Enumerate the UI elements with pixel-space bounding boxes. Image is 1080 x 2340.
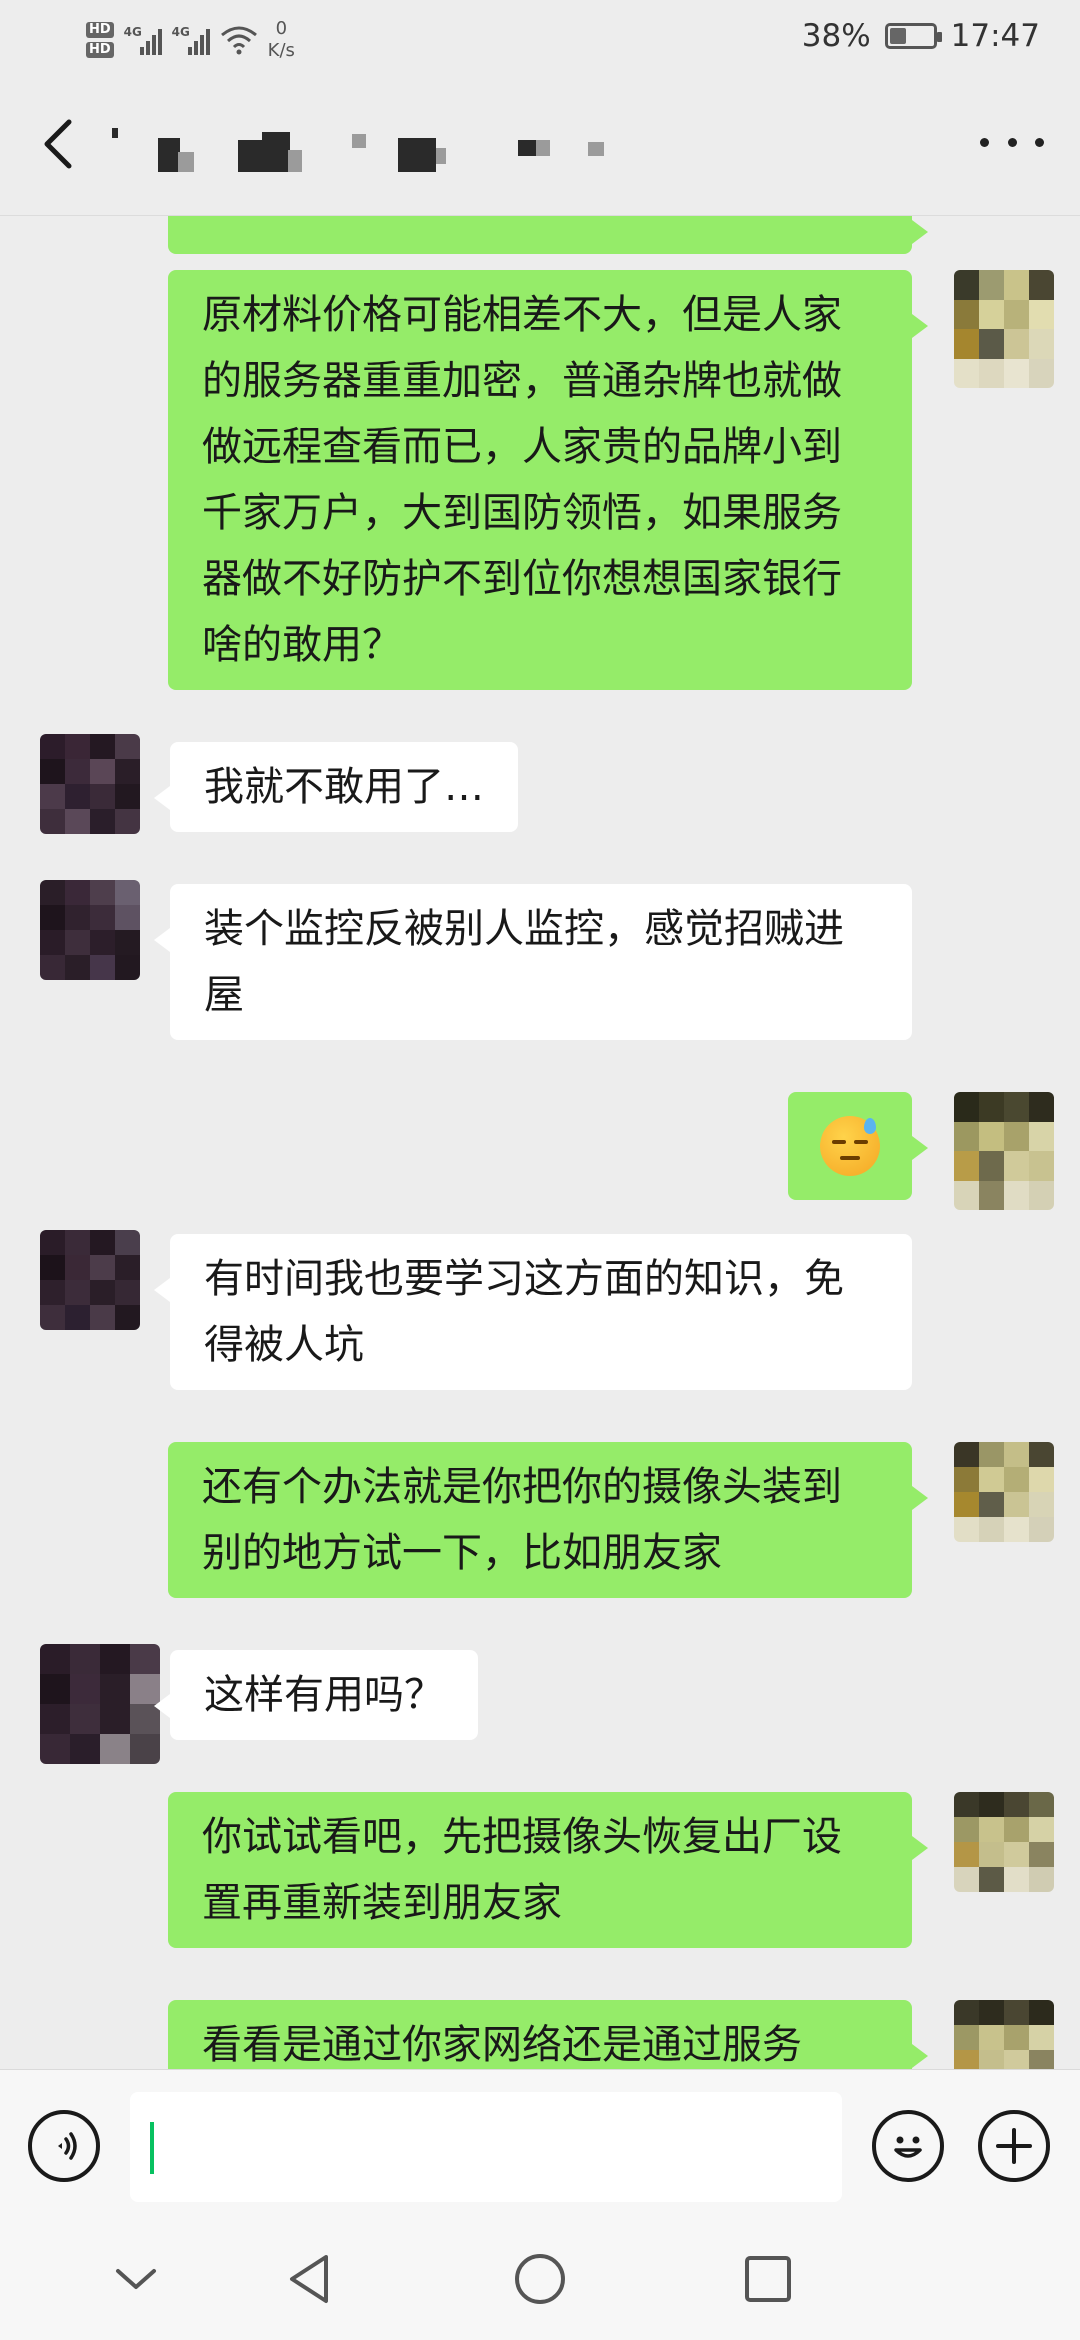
- nav-back-button[interactable]: [280, 2249, 340, 2309]
- voice-button[interactable]: [28, 2110, 100, 2182]
- system-navigation-bar: [0, 2221, 1080, 2340]
- network-type-2: 4G: [171, 25, 190, 39]
- message-bubble[interactable]: 你试试看吧，先把摄像头恢复出厂设置再重新装到朋友家: [168, 1792, 928, 1948]
- chat-header: [0, 78, 1080, 216]
- input-bar: [0, 2069, 1080, 2221]
- my-avatar[interactable]: [954, 1792, 1054, 1892]
- message-bubble[interactable]: 我就不敢用了…: [154, 742, 518, 832]
- nav-home-button[interactable]: [510, 2249, 570, 2309]
- message-bubble[interactable]: 原材料价格可能相差不大，但是人家的服务器重重加密，普通杂牌也就做做远程查看而已，…: [168, 270, 928, 690]
- emoji-button[interactable]: [872, 2110, 944, 2182]
- status-left: HD HD 4G 4G 0 K/s: [86, 12, 295, 68]
- nav-collapse-button[interactable]: [106, 2249, 166, 2309]
- my-avatar[interactable]: [954, 270, 1054, 388]
- hd-indicators: HD HD: [86, 22, 114, 58]
- message-bubble-partial[interactable]: [168, 216, 928, 254]
- chevron-left-icon: [44, 119, 72, 169]
- my-avatar[interactable]: [954, 1092, 1054, 1210]
- signal-2-icon: 4G: [172, 25, 210, 55]
- wifi-icon: [220, 26, 257, 55]
- more-button[interactable]: [980, 122, 1044, 162]
- nav-recents-button[interactable]: [738, 2249, 798, 2309]
- chevron-down-icon: [116, 2269, 156, 2289]
- square-recents-icon: [745, 2256, 791, 2302]
- message-bubble[interactable]: 装个监控反被别人监控，感觉招贼进屋: [154, 884, 912, 1040]
- message-bubble[interactable]: 看看是通过你家网络还是通过服务: [168, 2000, 928, 2069]
- downcast-face-with-sweat-icon: [820, 1116, 880, 1176]
- emoji-message-bubble[interactable]: [788, 1092, 928, 1200]
- back-button[interactable]: [30, 116, 86, 172]
- contact-avatar[interactable]: [40, 1644, 160, 1764]
- chat-title-redacted: [112, 128, 612, 172]
- plus-icon: [996, 2128, 1032, 2164]
- more-functions-button[interactable]: [978, 2110, 1050, 2182]
- speed-value: 0: [275, 18, 288, 39]
- contact-avatar[interactable]: [40, 1230, 140, 1330]
- hd-badge-1: HD: [86, 22, 114, 38]
- battery-fill: [889, 28, 906, 44]
- more-dots-icon: [980, 137, 989, 147]
- message-bubble[interactable]: 还有个办法就是你把你的摄像头装到别的地方试一下，比如朋友家: [168, 1442, 928, 1598]
- contact-avatar[interactable]: [40, 734, 140, 834]
- circle-home-icon: [515, 2254, 565, 2304]
- message-bubble[interactable]: 有时间我也要学习这方面的知识，免得被人坑: [154, 1234, 912, 1390]
- status-bar: HD HD 4G 4G 0 K/s 38% 17:47: [0, 0, 1080, 78]
- message-bubble[interactable]: 这样有用吗？: [154, 1650, 478, 1740]
- contact-avatar[interactable]: [40, 880, 140, 980]
- network-type-1: 4G: [123, 25, 142, 39]
- battery-icon: [884, 23, 942, 49]
- speed-unit: K/s: [267, 40, 295, 61]
- network-speed: 0 K/s: [268, 18, 295, 62]
- voice-icon: [58, 2132, 77, 2160]
- smiley-icon: [894, 2136, 922, 2158]
- my-avatar[interactable]: [954, 1442, 1054, 1542]
- hd-badge-2: HD: [86, 42, 114, 58]
- text-caret: [150, 2122, 154, 2174]
- status-right: 38% 17:47: [802, 18, 1040, 54]
- message-input[interactable]: [130, 2092, 842, 2202]
- clock: 17:47: [950, 18, 1040, 54]
- signal-1-icon: 4G: [124, 25, 162, 55]
- triangle-back-icon: [290, 2255, 328, 2303]
- message-list[interactable]: 原材料价格可能相差不大，但是人家的服务器重重加密，普通杂牌也就做做远程查看而已，…: [0, 216, 1080, 2069]
- my-avatar[interactable]: [954, 2000, 1054, 2069]
- battery-percent: 38%: [801, 18, 871, 54]
